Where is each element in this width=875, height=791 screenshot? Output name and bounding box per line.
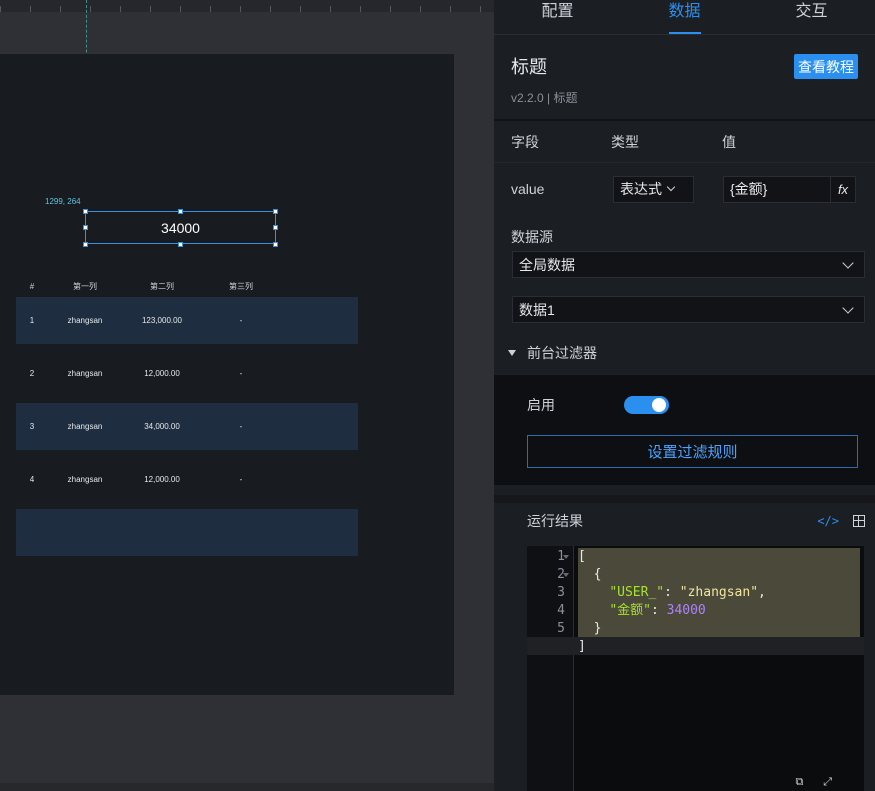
line-number: 5 [557, 621, 565, 636]
fx-icon[interactable]: fx [830, 175, 856, 203]
field-row-value: value 表达式 {金额} fx [494, 163, 875, 215]
table-cell: 123,000.00 [141, 316, 183, 325]
position-readout: 1299, 264 [45, 197, 81, 206]
chevron-down-icon [842, 256, 854, 269]
run-result-label: 运行结果 [527, 513, 583, 529]
table-cell: 12,000.00 [144, 369, 180, 378]
table-header: # 第一列 第二列 第三列 [16, 275, 358, 297]
set-filter-rule-button[interactable]: 设置过滤规则 [527, 435, 858, 468]
result-code-editor[interactable]: 1 2 3 4 5 6 [ { "USER_": "zhangsan", "金额… [527, 546, 864, 791]
title-widget[interactable]: 34000 [85, 211, 276, 244]
code-line: [ [578, 549, 586, 564]
field-value-text: {金额} [730, 181, 768, 197]
table-cell: - [239, 475, 243, 484]
data-source-select-value: 数据1 [519, 301, 555, 318]
table-cell: 3 [29, 422, 35, 431]
toggle-knob [652, 398, 666, 412]
design-canvas[interactable]: 1299, 264 34000 # 第一列 第二列 第三列 1 zhangsan… [0, 0, 494, 791]
caret-down-icon [508, 350, 516, 356]
code-line: } [578, 621, 602, 636]
table-cell: zhangsan [67, 369, 103, 378]
resize-handle-e[interactable] [273, 225, 278, 230]
fold-arrow-icon[interactable] [563, 555, 569, 559]
line-number: 1 [557, 549, 565, 564]
component-header: 标题 v2.2.0 | 标题 查看教程 [494, 35, 875, 121]
enable-label: 启用 [527, 397, 555, 413]
canvas-bottom-bar [0, 783, 494, 791]
title-widget-value: 34000 [161, 219, 200, 236]
resize-handle-n[interactable] [178, 209, 183, 214]
table-cell: 12,000.00 [144, 475, 180, 484]
code-line: { [578, 567, 602, 582]
table-cell: 4 [29, 475, 35, 484]
datasource-label: 数据源 [511, 229, 553, 245]
line-number: 2 [557, 567, 565, 582]
expand-icon[interactable]: ⤢ [823, 775, 832, 788]
global-data-select[interactable]: 全局数据 [512, 251, 865, 278]
view-tutorial-button[interactable]: 查看教程 [794, 54, 858, 79]
field-type-value: 表达式 [620, 181, 662, 197]
table-header-cell: 第三列 [229, 281, 253, 291]
field-header-value: 值 [722, 133, 736, 150]
top-ruler [0, 0, 494, 12]
panel-tabs: 配置 数据 交互 [494, 0, 875, 35]
table-cell: 34,000.00 [144, 422, 180, 431]
component-version: v2.2.0 | 标题 [511, 91, 578, 105]
enable-toggle[interactable] [624, 396, 669, 414]
grid-icon[interactable] [853, 515, 865, 527]
table-cell: - [239, 316, 243, 325]
enable-row: 启用 [527, 375, 858, 435]
code-line: "金额": 34000 [609, 603, 706, 618]
line-number: 3 [557, 585, 565, 600]
resize-handle-sw[interactable] [83, 242, 88, 247]
frontend-filter-toggle[interactable]: 前台过滤器 [494, 331, 875, 375]
table-cell: zhangsan [67, 422, 103, 431]
global-data-select-value: 全局数据 [519, 256, 575, 273]
tab-config[interactable]: 配置 [494, 0, 621, 34]
data-source-select[interactable]: 数据1 [512, 296, 865, 323]
table-row-empty [16, 509, 358, 556]
resize-handle-se[interactable] [273, 242, 278, 247]
field-header-name: 字段 [511, 133, 539, 150]
editor-gutter: 1 2 3 4 5 6 [527, 546, 574, 791]
table-cell: 1 [29, 316, 35, 325]
resize-handle-w[interactable] [83, 225, 88, 230]
code-line: "USER_": "zhangsan", [609, 585, 766, 600]
chevron-down-icon [842, 301, 854, 314]
table-cell: - [239, 369, 243, 378]
fold-arrow-icon[interactable] [563, 573, 569, 577]
field-type-select[interactable]: 表达式 [613, 175, 694, 203]
line-number: 4 [557, 603, 565, 618]
table-row: 1 zhangsan 123,000.00 - [16, 297, 358, 344]
resize-handle-ne[interactable] [273, 209, 278, 214]
code-icon[interactable]: </> [817, 514, 839, 528]
tab-interaction[interactable]: 交互 [748, 0, 875, 34]
chevron-down-icon [666, 182, 676, 192]
field-name: value [511, 181, 545, 197]
code-line: ] [578, 639, 586, 654]
table-cell: - [239, 422, 243, 431]
tab-data[interactable]: 数据 [621, 0, 748, 34]
field-table-header: 字段 类型 值 [494, 121, 875, 163]
frontend-filter-title: 前台过滤器 [527, 345, 597, 361]
table-cell: zhangsan [67, 316, 103, 325]
table-cell: zhangsan [67, 475, 103, 484]
frontend-filter-body: 启用 设置过滤规则 [494, 375, 875, 485]
field-value-input[interactable]: {金额} [723, 175, 831, 203]
resize-handle-nw[interactable] [83, 209, 88, 214]
table-cell: 2 [29, 369, 35, 378]
table-header-cell: 第一列 [73, 281, 97, 291]
table-widget[interactable]: # 第一列 第二列 第三列 1 zhangsan 123,000.00 - 2 … [16, 275, 358, 562]
editor-toolbar: ⧉ ⤢ [795, 775, 832, 789]
table-row: 3 zhangsan 34,000.00 - [16, 403, 358, 450]
table-row: 4 zhangsan 12,000.00 - [16, 456, 358, 503]
run-result-header: 运行结果 </> [494, 495, 875, 539]
table-header-cell: 第二列 [150, 281, 174, 291]
app-root: 1299, 264 34000 # 第一列 第二列 第三列 1 zhangsan… [0, 0, 875, 791]
table-header-cell: # [29, 281, 35, 291]
table-row: 2 zhangsan 12,000.00 - [16, 350, 358, 397]
resize-handle-s[interactable] [178, 242, 183, 247]
copy-icon[interactable]: ⧉ [795, 775, 803, 788]
field-header-type: 类型 [611, 133, 639, 150]
